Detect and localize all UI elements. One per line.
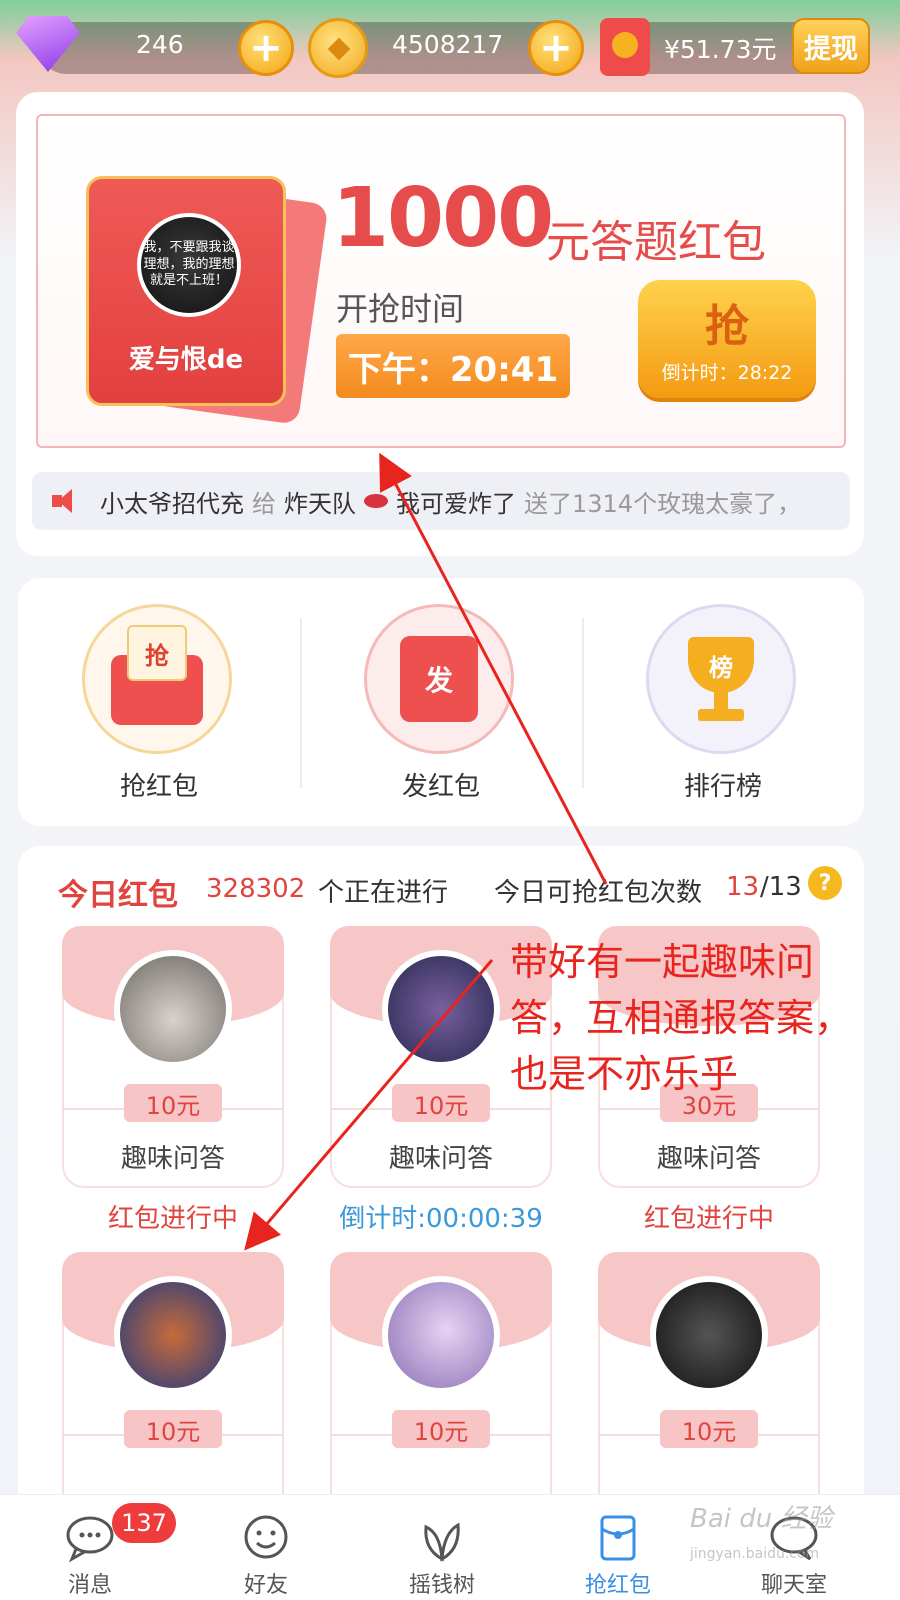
coin-count: 4508217	[392, 30, 504, 59]
active-count: 328302	[206, 874, 306, 904]
top-status-bar: 246 + 4508217 + ¥51.73元 提现	[0, 0, 900, 92]
tab-label: 抢红包	[584, 1573, 651, 1598]
watermark-url: jingyan.baidu.com	[690, 1546, 820, 1562]
ticker-give: 给	[252, 489, 276, 518]
envelope-type: 趣味问答	[120, 1144, 225, 1174]
speaker-icon	[52, 487, 86, 515]
avatar	[382, 950, 500, 1068]
add-gems-button[interactable]: +	[238, 20, 294, 76]
tab-label: 好友	[243, 1573, 288, 1598]
tab-friends[interactable]: 好友	[176, 1495, 356, 1600]
annotation-text: 带好有一起趣味问答，互相通报答案，也是不亦乐乎	[510, 940, 853, 1096]
action-label-grab: 抢红包	[119, 772, 198, 802]
grab-button-label: 抢	[705, 301, 749, 352]
ticker-sender: 小太爷招代充	[100, 489, 244, 518]
send-red-envelope-action[interactable]: 发 发红包	[300, 578, 582, 826]
envelope-status: 红包进行中	[107, 1204, 238, 1234]
envelope-card[interactable]: 10元	[598, 1252, 820, 1514]
prize-amount: 1000	[332, 171, 554, 266]
avatar	[650, 1276, 768, 1394]
envelope-amount: 10元	[392, 1084, 490, 1122]
action-label-leaderboard: 排行榜	[683, 772, 762, 802]
red-envelope-icon	[600, 18, 650, 76]
envelope-amount: 10元	[124, 1410, 222, 1448]
envelope-type: 趣味问答	[388, 1144, 493, 1174]
quota-label: 今日可抢红包次数	[494, 878, 703, 908]
coin-icon	[308, 18, 368, 78]
tab-messages[interactable]: 137 消息	[0, 1495, 180, 1600]
leaf-icon	[424, 1522, 460, 1562]
watermark-logo: Bai du 经验	[690, 1504, 833, 1534]
avatar	[114, 950, 232, 1068]
tab-label: 聊天室	[760, 1573, 827, 1598]
envelope-countdown: 倒计时:00:00:39	[339, 1204, 543, 1234]
start-time: 下午：20:41	[336, 334, 570, 398]
withdraw-button[interactable]: 提现	[792, 18, 870, 74]
envelope-card[interactable]: 10元	[62, 1252, 284, 1514]
section-title: 今日红包	[58, 878, 178, 913]
envelope-type: 趣味问答	[656, 1144, 761, 1174]
trophy-icon: 榜	[646, 604, 796, 754]
lips-icon	[364, 494, 388, 508]
tab-money-tree[interactable]: 摇钱树	[352, 1495, 532, 1600]
envelope-amount: 10元	[660, 1410, 758, 1448]
leaderboard-action[interactable]: 榜 排行榜	[582, 578, 864, 826]
grab-envelope-icon: 抢	[82, 604, 232, 754]
active-count-label: 个正在进行	[318, 878, 449, 908]
host-avatar: 我，不要跟我谈理想，我的理想就是不上班！	[137, 213, 241, 317]
tab-label: 摇钱树	[408, 1573, 475, 1598]
action-label-send: 发红包	[401, 772, 480, 802]
quota-total: /13	[760, 872, 802, 902]
add-coins-button[interactable]: +	[528, 20, 584, 76]
smiley-icon	[244, 1515, 288, 1559]
red-envelope-tab-icon	[600, 1515, 636, 1561]
red-envelope-front: 我，不要跟我谈理想，我的理想就是不上班！ 爱与恨de	[86, 176, 286, 406]
grab-red-envelope-action[interactable]: 抢 抢红包	[18, 578, 300, 826]
tab-label: 消息	[67, 1573, 112, 1598]
hero-section: 我，不要跟我谈理想，我的理想就是不上班！ 爱与恨de 1000 元答题红包 开抢…	[16, 92, 864, 556]
envelope-amount: 10元	[392, 1410, 490, 1448]
host-name: 爱与恨de	[128, 345, 244, 375]
action-row: 抢 抢红包 发 发红包 榜 排行榜	[18, 578, 864, 826]
envelope-card[interactable]: 10元 趣味问答	[62, 926, 284, 1188]
help-icon[interactable]: ?	[808, 866, 842, 900]
envelope-amount: 10元	[124, 1084, 222, 1122]
chat-icon	[66, 1516, 114, 1563]
envelope-status: 红包进行中	[643, 1204, 774, 1234]
featured-red-envelope[interactable]: 我，不要跟我谈理想，我的理想就是不上班！ 爱与恨de 1000 元答题红包 开抢…	[36, 114, 846, 448]
announcement-ticker: 小太爷招代充 给 炸天队 我可爱炸了 送了1314个玫瑰太豪了，	[32, 472, 850, 530]
avatar	[382, 1276, 500, 1394]
unread-badge: 137	[112, 1503, 176, 1543]
quota-remaining: 13	[726, 872, 760, 902]
envelope-card[interactable]: 10元	[330, 1252, 552, 1514]
send-envelope-icon: 发	[364, 604, 514, 754]
gem-count: 246	[136, 30, 184, 59]
ticker-message: 送了1314个玫瑰太豪了，	[524, 489, 802, 518]
grab-countdown: 倒计时：28:22	[661, 362, 793, 384]
start-time-label: 开抢时间	[336, 290, 465, 328]
prize-label: 元答题红包	[546, 217, 766, 268]
ticker-receiver-team: 炸天队	[284, 489, 356, 518]
grab-button[interactable]: 抢 倒计时：28:22	[638, 280, 816, 398]
ticker-receiver: 我可爱炸了	[396, 489, 516, 518]
tab-grab-red-envelope[interactable]: 抢红包	[528, 1495, 708, 1600]
balance-amount: ¥51.73元	[664, 35, 777, 64]
avatar	[114, 1276, 232, 1394]
